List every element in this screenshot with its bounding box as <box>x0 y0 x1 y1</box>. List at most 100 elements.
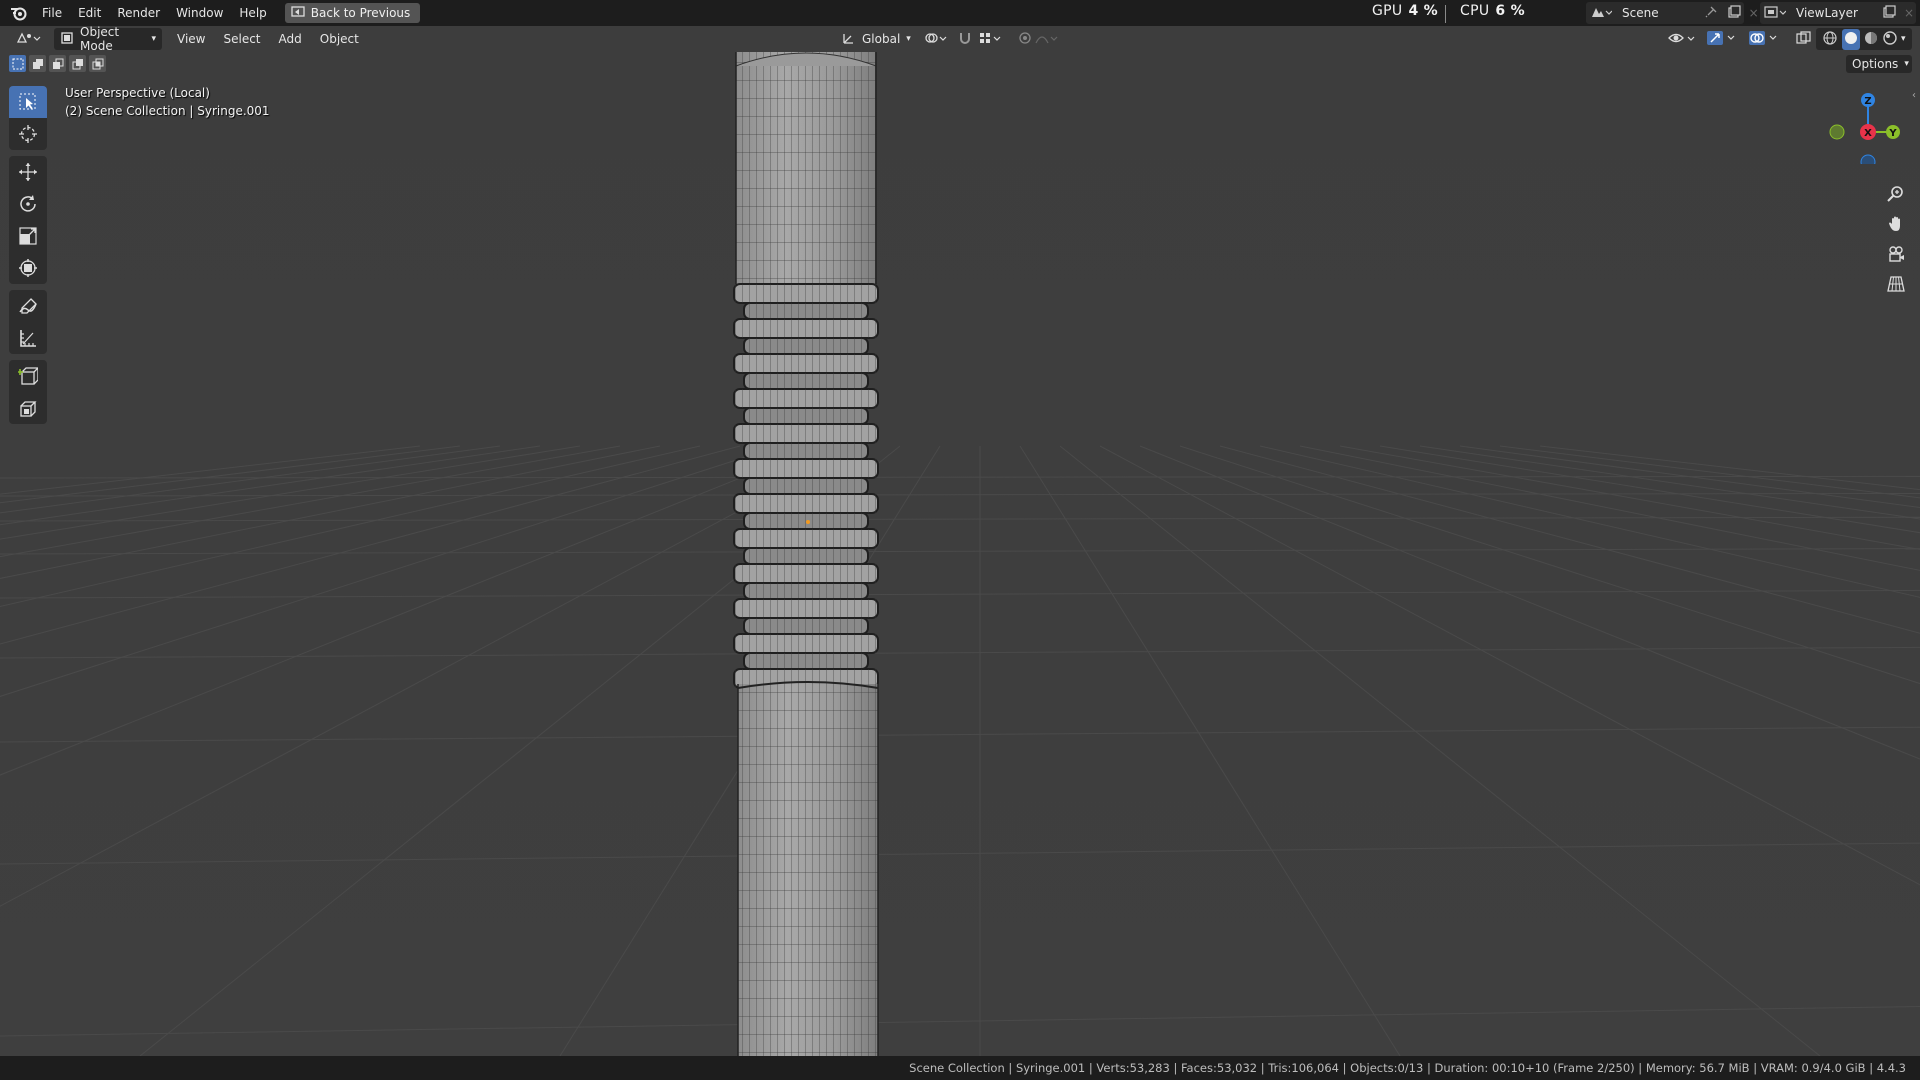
z-axis-label: Z <box>1864 96 1871 107</box>
snap-target-button[interactable] <box>972 28 1010 50</box>
viewport-perspective-label: User Perspective (Local) <box>65 86 210 100</box>
perspective-toggle-icon[interactable] <box>1882 270 1910 298</box>
transform-orientation-selector[interactable]: Global ▾ <box>836 28 917 50</box>
syringe-mesh[interactable] <box>733 52 879 1056</box>
visibility-selector[interactable] <box>1662 28 1704 50</box>
cursor-tool[interactable] <box>9 118 47 150</box>
view-layer-selector[interactable]: ViewLayer × <box>1760 2 1916 24</box>
options-button[interactable]: Options ▾ <box>1846 55 1912 73</box>
proportional-editing-button[interactable] <box>1012 28 1064 50</box>
back-to-previous-button[interactable]: Back to Previous <box>284 3 421 23</box>
pivot-point-button[interactable] <box>918 28 954 50</box>
top-bar: File Edit Render Window Help Back to Pre… <box>0 0 1920 26</box>
negative-y-axis-icon[interactable] <box>1829 124 1845 140</box>
invert-selection-icon[interactable] <box>69 55 86 72</box>
annotate-tool[interactable] <box>9 290 47 322</box>
pin-icon[interactable] <box>1705 6 1717 21</box>
magnet-icon <box>958 31 972 48</box>
transform-tool[interactable] <box>9 252 47 284</box>
proportional-icon <box>1018 31 1058 48</box>
editor-type-icon <box>16 31 42 48</box>
menu-view[interactable]: View <box>168 32 214 46</box>
chevron-down-icon: ▾ <box>906 34 911 44</box>
blender-logo-icon[interactable] <box>8 2 30 24</box>
shading-mode-buttons[interactable]: ▾ <box>1816 28 1912 50</box>
menu-add[interactable]: Add <box>270 32 311 46</box>
view-layer-name: ViewLayer <box>1796 6 1858 20</box>
cpu-value: 6 % <box>1495 3 1525 19</box>
zoom-icon[interactable] <box>1882 180 1910 208</box>
cpu-label: CPU <box>1460 3 1490 19</box>
rotate-tool[interactable] <box>9 188 47 220</box>
menu-render[interactable]: Render <box>109 2 168 24</box>
menu-select[interactable]: Select <box>214 32 269 46</box>
negative-z-axis-icon[interactable] <box>1860 154 1876 164</box>
measure-tool[interactable] <box>9 322 47 354</box>
overlays-icon <box>1748 30 1784 49</box>
chevron-down-icon: ▾ <box>1904 59 1909 69</box>
y-axis-label: Y <box>1888 128 1897 139</box>
orientation-icon <box>842 31 856 48</box>
scene-selector[interactable]: Scene × <box>1586 2 1759 24</box>
menu-object[interactable]: Object <box>311 32 368 46</box>
solid-shading-icon[interactable] <box>1842 28 1860 50</box>
subtract-selection-icon[interactable] <box>49 55 66 72</box>
mode-selector[interactable]: Object Mode ▾ <box>54 26 162 53</box>
gizmo-toggle-button[interactable] <box>1700 28 1748 50</box>
chevron-down-icon: ▾ <box>151 34 156 44</box>
chevron-down-icon[interactable]: ▾ <box>1901 34 1906 44</box>
add-cube-tool[interactable] <box>9 360 47 392</box>
intersect-selection-icon[interactable] <box>89 55 106 72</box>
camera-view-icon[interactable] <box>1882 240 1910 268</box>
set-new-selection-icon[interactable] <box>9 55 26 72</box>
menu-window[interactable]: Window <box>168 2 231 24</box>
rendered-shading-icon[interactable] <box>1882 30 1898 49</box>
scene-icon <box>1590 5 1613 22</box>
object-origin <box>806 520 810 524</box>
menu-edit[interactable]: Edit <box>70 2 109 24</box>
gpu-label: GPU <box>1372 3 1403 19</box>
x-axis-label: X <box>1864 128 1872 139</box>
move-tool[interactable] <box>9 156 47 188</box>
editor-type-button[interactable] <box>10 28 48 50</box>
status-bar: Scene Collection | Syringe.001 | Verts:5… <box>0 1056 1920 1080</box>
pivot-icon <box>924 31 948 48</box>
menu-file[interactable]: File <box>34 2 70 24</box>
wireframe-shading-icon[interactable] <box>1822 30 1838 49</box>
orientation-label: Global <box>862 32 901 46</box>
stat-divider <box>1445 5 1446 23</box>
scale-tool[interactable] <box>9 220 47 252</box>
view-layer-icon <box>1764 5 1787 22</box>
gpu-stat: GPU 4 % <box>1372 3 1438 19</box>
extrude-tool[interactable] <box>9 392 47 424</box>
close-scene-icon[interactable]: × <box>1749 6 1759 20</box>
back-screen-icon <box>291 5 305 21</box>
options-label: Options <box>1852 57 1899 71</box>
gizmo-icon <box>1706 30 1742 49</box>
viewport-grid <box>0 26 1920 1056</box>
menu-help[interactable]: Help <box>231 2 274 24</box>
3d-viewport[interactable]: Object Mode ▾ View Select Add Object Glo… <box>0 26 1920 1056</box>
pan-hand-icon[interactable] <box>1882 210 1910 238</box>
new-scene-icon[interactable] <box>1727 4 1741 22</box>
selection-mode-buttons <box>9 55 106 72</box>
navigation-gizmo[interactable]: Z Y X <box>1820 84 1910 164</box>
status-bar-stats: Scene Collection | Syringe.001 | Verts:5… <box>909 1061 1906 1075</box>
overlays-toggle-button[interactable] <box>1742 28 1790 50</box>
mode-label: Object Mode <box>80 26 120 53</box>
xray-icon <box>1796 30 1812 48</box>
xray-toggle-button[interactable] <box>1790 28 1818 50</box>
viewport-collection-label: (2) Scene Collection | Syringe.001 <box>65 104 270 118</box>
extend-selection-icon[interactable] <box>29 55 46 72</box>
scene-name: Scene <box>1622 6 1659 20</box>
tool-shelf <box>9 86 47 424</box>
close-view-layer-icon[interactable]: × <box>1904 6 1914 20</box>
collapse-sidebar-icon[interactable]: ‹ <box>1912 90 1916 101</box>
gpu-value: 4 % <box>1408 3 1438 19</box>
eye-icon <box>1668 31 1698 48</box>
material-shading-icon[interactable] <box>1863 30 1879 49</box>
select-box-tool[interactable] <box>9 86 47 118</box>
cpu-stat: CPU 6 % <box>1460 3 1525 19</box>
snap-grid-icon <box>978 31 1004 48</box>
new-view-layer-icon[interactable] <box>1882 4 1896 22</box>
